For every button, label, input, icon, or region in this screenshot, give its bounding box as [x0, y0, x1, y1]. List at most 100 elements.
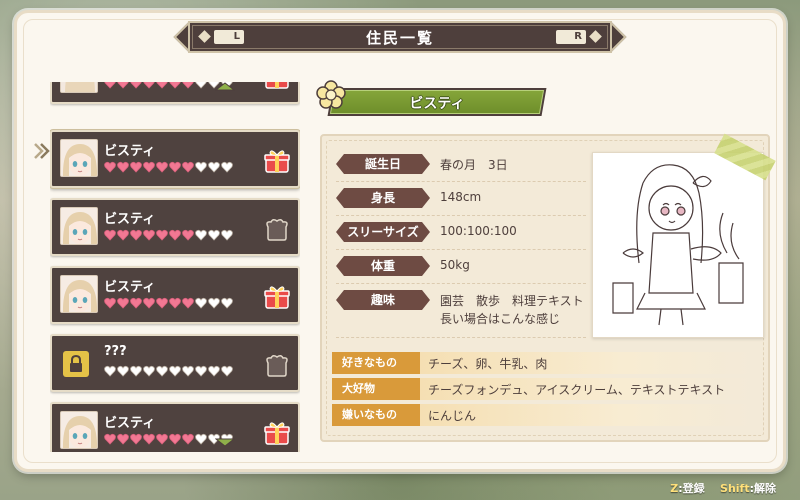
resident-card[interactable]: ビスティ [50, 130, 300, 188]
heart-filled-icon [104, 82, 116, 89]
resident-list[interactable]: ビスティ ビスティ ビスティ??? ビスティ [50, 82, 300, 452]
heart-filled-icon [156, 433, 168, 445]
resident-name-label: ??? [104, 344, 127, 359]
stat-label: スリーサイズ [336, 222, 430, 242]
heart-filled-icon [143, 229, 155, 241]
avatar [60, 139, 98, 177]
preference-row: 好きなもの チーズ、卵、牛乳、肉 [332, 352, 756, 374]
preference-value: チーズ、卵、牛乳、肉 [428, 357, 548, 371]
divider [336, 283, 586, 284]
heart-empty-icon [195, 161, 207, 173]
heart-filled-icon [182, 297, 194, 309]
heart-empty-icon [195, 229, 207, 241]
preference-label: 大好物 [332, 378, 420, 400]
heart-empty-icon [221, 229, 233, 241]
stat-row: 趣味 園芸 散歩 料理テキスト 長い場合はこんな感じ [336, 288, 586, 338]
heart-filled-icon [130, 297, 142, 309]
heart-empty-icon [195, 82, 207, 89]
scroll-up-icon[interactable] [215, 82, 235, 91]
stat-label: 趣味 [336, 290, 430, 310]
heart-filled-icon [104, 161, 116, 173]
heart-filled-icon [156, 229, 168, 241]
gift-icon [264, 422, 290, 445]
heart-empty-icon [208, 229, 220, 241]
heart-filled-icon [130, 229, 142, 241]
resident-name-label: ビスティ [104, 416, 156, 431]
heart-filled-icon [169, 433, 181, 445]
avatar [60, 207, 98, 245]
heart-empty-icon [221, 161, 233, 173]
preference-value: チーズフォンデュ、アイスクリーム、テキストテキスト [428, 383, 726, 397]
heart-filled-icon [143, 433, 155, 445]
heart-empty-icon [195, 433, 207, 445]
preference-row: 嫌いなもの にんじん [332, 404, 756, 426]
title-bar: L R 住民一覧 [173, 21, 627, 53]
heart-filled-icon [104, 297, 116, 309]
flower-icon [316, 80, 346, 109]
heart-empty-icon [221, 365, 233, 377]
page-title: 住民一覧 [365, 29, 434, 47]
affection-hearts [104, 229, 233, 241]
scroll-down-icon[interactable] [215, 438, 235, 447]
heart-filled-icon [156, 161, 168, 173]
heart-empty-icon [182, 365, 194, 377]
gift-icon [264, 150, 290, 173]
heart-filled-icon [117, 161, 129, 173]
heart-empty-icon [208, 161, 220, 173]
heart-filled-icon [143, 82, 155, 89]
stat-label: 身長 [336, 188, 430, 208]
heart-filled-icon [182, 229, 194, 241]
heart-filled-icon [117, 82, 129, 89]
divider [336, 181, 586, 182]
avatar [60, 411, 98, 449]
character-portrait [592, 152, 764, 338]
character-sketch-image [612, 164, 744, 326]
heart-filled-icon [117, 297, 129, 309]
heart-filled-icon [156, 82, 168, 89]
stat-label: 誕生日 [336, 154, 430, 174]
stat-value: 148cm [440, 190, 482, 204]
stat-value: 50kg [440, 258, 470, 272]
stat-row: スリーサイズ 100:100:100 [336, 220, 586, 250]
resident-card[interactable]: ビスティ [50, 198, 300, 256]
heart-empty-icon [221, 297, 233, 309]
heart-empty-icon [156, 365, 168, 377]
heart-empty-icon [130, 365, 142, 377]
affection-hearts [104, 161, 233, 173]
heart-filled-icon [130, 82, 142, 89]
heart-filled-icon [117, 229, 129, 241]
release-hint: :解除 [749, 482, 776, 495]
heart-filled-icon [117, 433, 129, 445]
lock-icon [63, 351, 89, 377]
release-key: Shift [720, 482, 750, 495]
resident-name-label: ビスティ [104, 280, 156, 295]
heart-filled-icon [130, 433, 142, 445]
heart-empty-icon [195, 365, 207, 377]
divider [336, 337, 586, 338]
affection-hearts [104, 82, 233, 89]
gift-empty-icon [266, 218, 288, 241]
resident-card[interactable]: ビスティ [50, 402, 300, 452]
stat-row: 誕生日 春の月 3日 [336, 152, 586, 182]
heart-empty-icon [117, 365, 129, 377]
heart-filled-icon [169, 229, 181, 241]
preference-row: 大好物 チーズフォンデュ、アイスクリーム、テキストテキスト [332, 378, 756, 400]
preference-label: 嫌いなもの [332, 404, 420, 426]
resident-card[interactable]: ビスティ [50, 266, 300, 324]
heart-empty-icon [104, 365, 116, 377]
gift-icon [265, 82, 289, 89]
avatar [60, 275, 98, 313]
resident-name: ビスティ [409, 96, 465, 112]
heart-empty-icon [169, 365, 181, 377]
control-hints: Z:登録 Shift:解除 [670, 480, 776, 496]
gift-empty-icon [266, 354, 288, 377]
heart-filled-icon [169, 161, 181, 173]
resident-card[interactable]: ??? [50, 334, 300, 392]
heart-empty-icon [143, 365, 155, 377]
list-item-partial[interactable] [50, 82, 300, 104]
heart-filled-icon [182, 433, 194, 445]
stat-value: 春の月 3日 [440, 158, 508, 172]
affection-hearts [104, 365, 233, 377]
affection-hearts [104, 297, 233, 309]
heart-empty-icon [195, 297, 207, 309]
